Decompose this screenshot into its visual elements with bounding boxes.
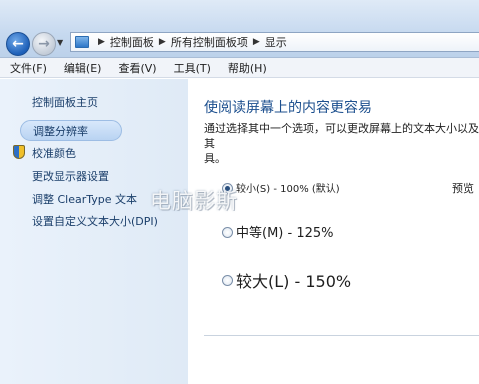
option-label-larger[interactable]: 较大(L) - 150%	[236, 268, 351, 292]
breadcrumb-separator-icon[interactable]: ▶	[98, 37, 105, 47]
navigation-bar: ← → ▼ ▶ 控制面板 ▶ 所有控制面板项 ▶ 显示	[0, 0, 479, 58]
sidebar-item-calibrate-color[interactable]: 校准颜色	[32, 145, 76, 161]
sidebar-item-home[interactable]: 控制面板主页	[32, 94, 98, 110]
breadcrumb-control-panel[interactable]: 控制面板	[110, 34, 154, 50]
sidebar: 控制面板主页 调整分辨率 校准颜色 更改显示器设置 调整 ClearType 文…	[0, 79, 188, 384]
back-button[interactable]: ←	[6, 32, 30, 56]
control-panel-icon	[75, 36, 89, 48]
breadcrumb-all-items[interactable]: 所有控制面板项	[171, 34, 248, 50]
radio-medium[interactable]	[222, 227, 233, 238]
menu-tools[interactable]: 工具(T)	[174, 60, 211, 76]
option-label-medium[interactable]: 中等(M) - 125%	[236, 222, 333, 241]
menu-bar: 文件(F) 编辑(E) 查看(V) 工具(T) 帮助(H)	[0, 58, 479, 78]
divider	[204, 335, 479, 336]
preview-label: 预览	[452, 182, 474, 195]
sidebar-item-custom-dpi[interactable]: 设置自定义文本大小(DPI)	[32, 213, 158, 229]
shield-icon	[13, 145, 25, 159]
page-title: 使阅读屏幕上的内容更容易	[204, 100, 372, 116]
radio-smaller[interactable]	[222, 183, 233, 194]
menu-help[interactable]: 帮助(H)	[228, 60, 267, 76]
history-dropdown-icon[interactable]: ▼	[57, 38, 63, 47]
option-label-smaller[interactable]: 较小(S) - 100% (默认)	[236, 180, 340, 195]
forward-button[interactable]: →	[32, 32, 56, 56]
address-bar[interactable]: ▶ 控制面板 ▶ 所有控制面板项 ▶ 显示	[70, 32, 479, 52]
sidebar-item-cleartype[interactable]: 调整 ClearType 文本	[32, 191, 137, 207]
forward-arrow-icon: →	[38, 36, 50, 52]
breadcrumb-separator-icon[interactable]: ▶	[253, 37, 260, 47]
menu-file[interactable]: 文件(F)	[10, 60, 47, 76]
breadcrumb-separator-icon[interactable]: ▶	[159, 37, 166, 47]
menu-edit[interactable]: 编辑(E)	[64, 60, 102, 76]
main-content: 使阅读屏幕上的内容更容易 通过选择其中一个选项，可以更改屏幕上的文本大小以及其具…	[188, 79, 479, 384]
radio-larger[interactable]	[222, 275, 233, 286]
menu-view[interactable]: 查看(V)	[118, 60, 156, 76]
page-description: 通过选择其中一个选项，可以更改屏幕上的文本大小以及其 具。	[204, 122, 479, 165]
back-arrow-icon: ←	[12, 36, 24, 52]
breadcrumb-display[interactable]: 显示	[265, 34, 287, 50]
sidebar-item-adjust-resolution[interactable]: 调整分辨率	[20, 120, 122, 141]
sidebar-item-change-display-settings[interactable]: 更改显示器设置	[32, 168, 109, 184]
